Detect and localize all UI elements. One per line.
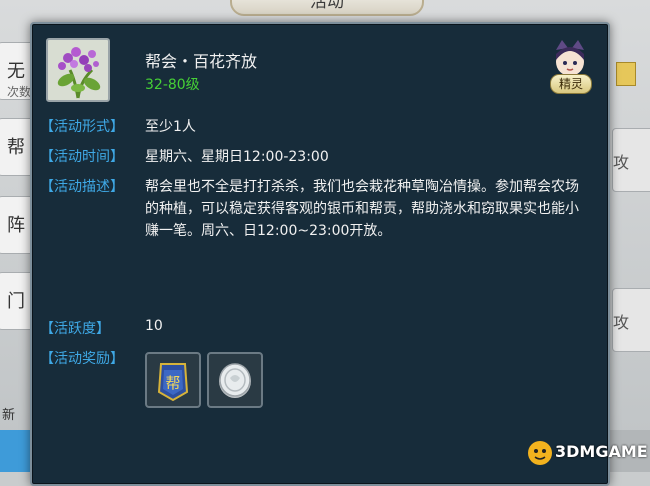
activity-card-sub: 次数: [7, 85, 32, 99]
activity-row-button[interactable]: 攻: [612, 288, 650, 352]
activity-row-button-label: 攻: [613, 153, 630, 172]
activity-card-label: 帮: [7, 137, 25, 158]
time-label: 【活动时间】: [40, 149, 124, 165]
watermark-logo: 3DMGAME: [525, 438, 648, 468]
activity-row-button[interactable]: 攻: [612, 128, 650, 192]
spirit-label: 精灵: [550, 74, 592, 94]
activity-points-value: 10: [145, 318, 163, 334]
watermark-text: 3DMGAME: [555, 442, 648, 461]
activity-card-label: 阵: [7, 215, 25, 236]
description-label: 【活动描述】: [40, 179, 124, 195]
form-value: 至少1人: [145, 119, 196, 135]
guild-contribution-icon: 帮: [157, 363, 189, 402]
description-text: 帮会里也不全是打打杀杀，我们也会栽花种草陶冶情操。参加帮会农场的种植，可以稳定获…: [145, 179, 579, 239]
activity-level-range: 32-80级: [145, 77, 200, 93]
window-title: 活动: [310, 0, 344, 12]
rewards-label: 【活动奖励】: [40, 351, 124, 367]
activity-tooltip: 帮会・百花齐放 32-80级 精灵 【活动形式】 至少1人 【活动时间】 星期六…: [30, 22, 610, 486]
guild-contribution-glyph: 帮: [165, 374, 180, 392]
form-label: 【活动形式】: [40, 119, 124, 135]
reward-item-silver-coin[interactable]: [207, 352, 263, 408]
activity-row-button-label: 攻: [613, 313, 630, 332]
time-value: 星期六、星期日12:00-23:00: [145, 149, 329, 165]
flower-item-icon: [46, 38, 110, 102]
reward-item-guild-contribution[interactable]: 帮: [145, 352, 201, 408]
activity-card-label: 门: [7, 291, 25, 312]
refresh-label: 新: [2, 408, 16, 423]
watermark-mascot-icon: [528, 441, 552, 465]
tag-marker: [616, 62, 636, 86]
window-title-tab: 活动: [230, 0, 424, 16]
activity-name: 帮会・百花齐放: [145, 52, 258, 71]
activity-card-label: 无: [7, 61, 25, 82]
activity-points-label: 【活跃度】: [40, 321, 110, 337]
silver-coin-icon: [219, 363, 251, 398]
spirit-helper-button[interactable]: 精灵: [546, 38, 594, 94]
